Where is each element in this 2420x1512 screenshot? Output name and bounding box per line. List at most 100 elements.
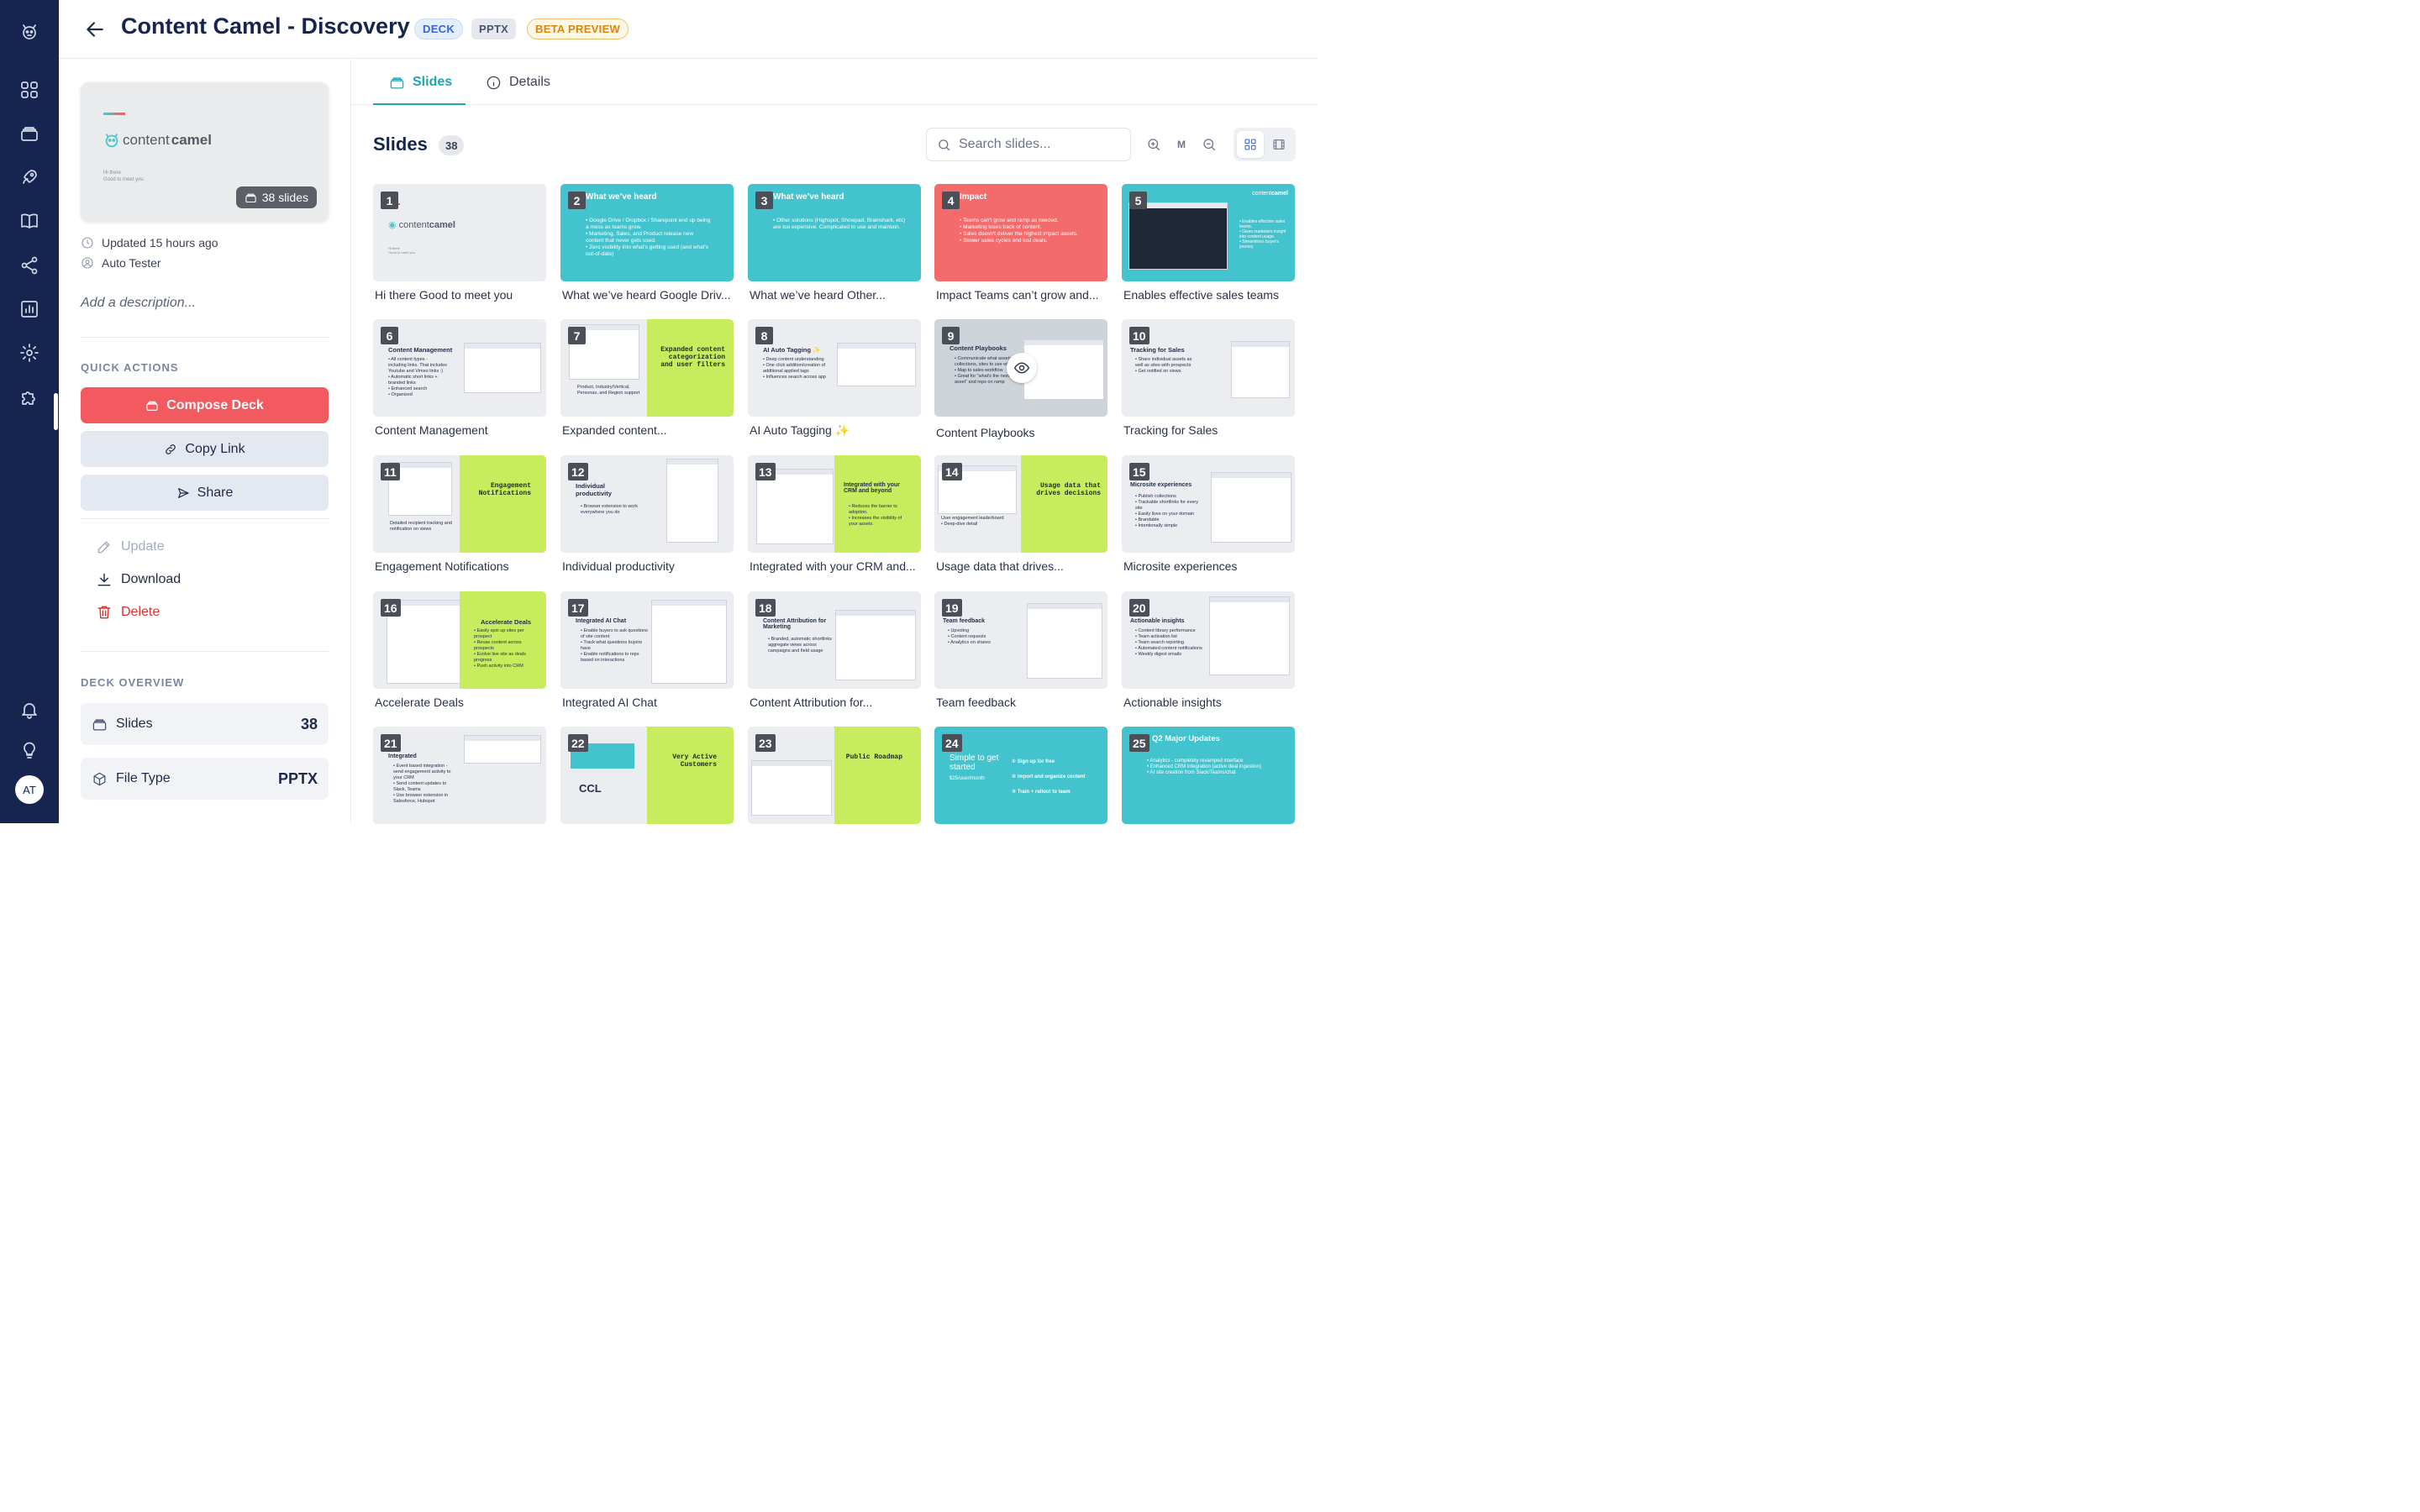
deck-thumbnail[interactable]: content camel Hi there Good to meet you 3… (81, 82, 329, 222)
slide-caption: Actionable insights (1123, 696, 1222, 709)
slide-card[interactable]: Impact • Teams can't grow and ramp as ne… (934, 184, 1107, 310)
slide-card[interactable]: Team feedback • Upvoting • Content reque… (934, 591, 1107, 717)
slide-card[interactable]: Integrated • Event based integration - s… (373, 727, 546, 853)
slide-card[interactable]: Q2 Major Updates • Analytics - completel… (1122, 727, 1295, 853)
filmstrip-view-icon[interactable] (1265, 131, 1292, 158)
back-arrow-icon[interactable] (84, 18, 106, 40)
author-meta: Auto Tester (81, 256, 161, 270)
slide-thumbnail[interactable]: Individual productivity • Browser extens… (560, 455, 734, 553)
compose-deck-button[interactable]: Compose Deck (81, 387, 329, 423)
slide-card[interactable]: ◉ contentcamel Hi there Good to meet you… (373, 184, 546, 310)
slide-thumbnail[interactable]: What we’ve heard • Google Drive / Dropbo… (560, 184, 734, 281)
slide-caption: Impact Teams can’t grow and... (936, 288, 1099, 302)
slide-card[interactable]: Microsite experiences • Publish collecti… (1122, 455, 1295, 581)
zoom-in-icon[interactable] (1146, 137, 1161, 155)
slide-body: • Share individual assets as well as sit… (1135, 357, 1192, 374)
slide-body: Hi there Good to meet you (388, 246, 415, 255)
library-icon[interactable] (18, 123, 40, 144)
slide-thumbnail[interactable]: Content Attribution for Marketing • Bran… (748, 591, 921, 689)
slide-card[interactable]: Actionable insights • Content library pe… (1122, 591, 1295, 717)
slide-thumbnail[interactable]: Actionable insights • Content library pe… (1122, 591, 1295, 689)
tips-lightbulb-icon[interactable] (18, 739, 40, 761)
slide-body: • Other solutions (Highspot, Showpad, Br… (773, 218, 906, 230)
slide-number: 13 (755, 463, 776, 480)
slide-card[interactable]: Detailed recipient tracking and notifica… (373, 455, 546, 581)
slide-thumbnail[interactable]: CCL Very Active Customers 22 (560, 727, 734, 824)
update-action[interactable]: Update (96, 538, 165, 555)
book-icon[interactable] (18, 210, 40, 232)
slide-card[interactable]: Public Roadmap 23 (748, 727, 921, 853)
preview-eye-icon[interactable] (1007, 353, 1037, 383)
slide-thumbnail[interactable]: Integrated AI Chat • Enable buyers to as… (560, 591, 734, 689)
slide-thumbnail[interactable]: User engagement leaderboard • Deep-dive … (934, 455, 1107, 553)
slide-card[interactable]: • Enables effective sales teams. • Gives… (1122, 184, 1295, 310)
share-network-icon[interactable] (18, 255, 40, 276)
stack-icon (245, 193, 256, 202)
slide-thumbnail[interactable]: What we’ve heard • Other solutions (High… (748, 184, 921, 281)
lime-panel (460, 455, 546, 553)
step-1: ① Sign up for free (1012, 759, 1055, 764)
slide-card[interactable]: Content Playbooks • Communicate what ass… (934, 319, 1107, 445)
screenshot-image (1231, 341, 1290, 398)
slide-card[interactable]: Integrated AI Chat • Enable buyers to as… (560, 591, 734, 717)
slide-thumbnail[interactable]: Public Roadmap 23 (748, 727, 921, 824)
slide-thumbnail[interactable]: Impact • Teams can't grow and ramp as ne… (934, 184, 1107, 281)
slide-thumbnail[interactable]: Integrated • Event based integration - s… (373, 727, 546, 824)
download-action[interactable]: Download (96, 571, 181, 588)
slide-card[interactable]: Content Attribution for Marketing • Bran… (748, 591, 921, 717)
slide-thumbnail[interactable]: Simple to get started $25/user/month ① S… (934, 727, 1107, 824)
slide-card[interactable]: What we’ve heard • Other solutions (High… (748, 184, 921, 310)
lime-panel (834, 727, 921, 824)
zoom-out-icon[interactable] (1202, 137, 1217, 155)
contentcamel-logo: contentcamel (1252, 191, 1288, 197)
slide-thumbnail[interactable]: • Enables effective sales teams. • Gives… (1122, 184, 1295, 281)
search-input[interactable] (959, 137, 1118, 152)
slide-heading: Expanded content categorization and user… (660, 346, 725, 369)
description-field[interactable]: Add a description... (81, 296, 196, 311)
slide-card[interactable]: Integrated with your CRM and beyond • Re… (748, 455, 921, 581)
slide-card[interactable]: Accelerate Deals • Easily spin up sites … (373, 591, 546, 717)
deck-greeting: Hi there Good to meet you (103, 171, 144, 182)
slide-card[interactable]: Product, Industry/Vertical, Personas, an… (560, 319, 734, 445)
user-avatar[interactable]: AT (15, 775, 44, 804)
slide-card[interactable]: Simple to get started $25/user/month ① S… (934, 727, 1107, 853)
slide-card[interactable]: Tracking for Sales • Share individual as… (1122, 319, 1295, 445)
search-slides[interactable] (926, 128, 1131, 161)
slide-card[interactable]: User engagement leaderboard • Deep-dive … (934, 455, 1107, 581)
slide-card[interactable]: Individual productivity • Browser extens… (560, 455, 734, 581)
dashboard-icon[interactable] (18, 79, 40, 101)
slide-thumbnail[interactable]: Tracking for Sales • Share individual as… (1122, 319, 1295, 417)
tab-slides[interactable]: Slides (389, 74, 452, 91)
delete-action[interactable]: Delete (96, 604, 160, 621)
link-icon (166, 444, 176, 454)
rocket-icon[interactable] (18, 166, 40, 188)
slide-body: • All content types - including links. T… (388, 357, 447, 397)
slide-thumbnail[interactable]: AI Auto Tagging ✨ • Deep content underst… (748, 319, 921, 417)
slide-thumbnail[interactable]: Product, Industry/Vertical, Personas, an… (560, 319, 734, 417)
analytics-icon[interactable] (18, 298, 40, 320)
slide-card[interactable]: What we’ve heard • Google Drive / Dropbo… (560, 184, 734, 310)
slide-heading: Actionable insights (1130, 618, 1185, 624)
copy-link-button[interactable]: Copy Link (81, 431, 329, 467)
slide-thumbnail[interactable]: Content Playbooks • Communicate what ass… (934, 319, 1107, 417)
app-logo-icon[interactable] (18, 21, 40, 43)
share-button[interactable]: Share (81, 475, 329, 511)
slide-thumbnail[interactable]: Microsite experiences • Publish collecti… (1122, 455, 1295, 553)
slide-card[interactable]: CCL Very Active Customers 22 (560, 727, 734, 853)
slide-thumbnail[interactable]: ◉ contentcamel Hi there Good to meet you… (373, 184, 546, 281)
slide-thumbnail[interactable]: Team feedback • Upvoting • Content reque… (934, 591, 1107, 689)
integrations-puzzle-icon[interactable] (18, 386, 40, 408)
tab-details[interactable]: Details (486, 74, 550, 91)
slide-card[interactable]: Content Management • All content types -… (373, 319, 546, 445)
settings-gear-icon[interactable] (18, 342, 40, 364)
slide-card[interactable]: AI Auto Tagging ✨ • Deep content underst… (748, 319, 921, 445)
grid-view-icon[interactable] (1237, 131, 1264, 158)
slide-body: Detailed recipient tracking and notifica… (390, 521, 452, 532)
slide-thumbnail[interactable]: Accelerate Deals • Easily spin up sites … (373, 591, 546, 689)
slide-thumbnail[interactable]: Detailed recipient tracking and notifica… (373, 455, 546, 553)
clock-icon (82, 237, 93, 249)
notifications-bell-icon[interactable] (18, 699, 40, 721)
slide-thumbnail[interactable]: Integrated with your CRM and beyond • Re… (748, 455, 921, 553)
slide-thumbnail[interactable]: Content Management • All content types -… (373, 319, 546, 417)
slide-thumbnail[interactable]: Q2 Major Updates • Analytics - completel… (1122, 727, 1295, 824)
